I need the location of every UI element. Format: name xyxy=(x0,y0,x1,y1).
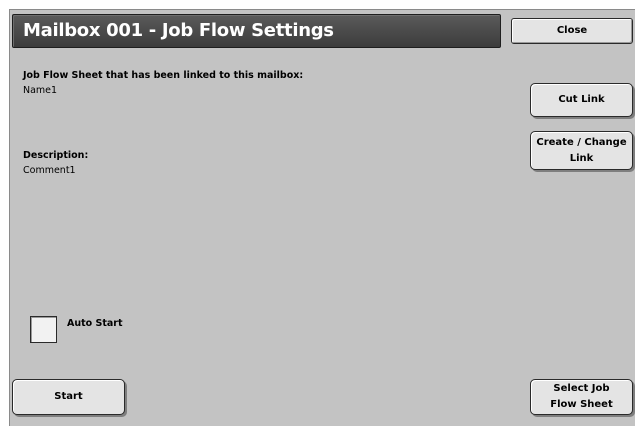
linked-sheet-heading: Job Flow Sheet that has been linked to t… xyxy=(23,70,304,81)
close-button[interactable]: Close xyxy=(511,18,633,44)
start-button[interactable]: Start xyxy=(12,379,125,415)
create-change-link-label-line1: Create / Change xyxy=(536,136,627,148)
start-button-label: Start xyxy=(54,391,83,402)
auto-start-label: Auto Start xyxy=(67,318,123,329)
description-heading: Description: xyxy=(23,150,89,161)
create-change-link-label-line2: Link xyxy=(569,152,594,164)
create-change-link-button[interactable]: Create / Change Link xyxy=(530,131,633,170)
select-flow-sheet-label-line2: Flow Sheet xyxy=(550,399,613,410)
page-title: Mailbox 001 - Job Flow Settings xyxy=(23,20,334,41)
job-flow-settings-screen: Mailbox 001 - Job Flow Settings Close Jo… xyxy=(0,0,635,426)
cut-link-button-label: Cut Link xyxy=(558,94,605,105)
auto-start-checkbox[interactable] xyxy=(30,316,57,343)
create-change-link-button-label: Create / Change Link xyxy=(536,135,626,167)
close-button-label: Close xyxy=(556,25,588,36)
title-bar: Mailbox 001 - Job Flow Settings xyxy=(12,14,501,48)
select-job-flow-sheet-button-label: Select Job Flow Sheet xyxy=(550,381,613,413)
cut-link-button[interactable]: Cut Link xyxy=(530,83,633,117)
linked-sheet-name: Name1 xyxy=(23,85,58,96)
description-text: Comment1 xyxy=(23,165,76,176)
select-job-flow-sheet-button[interactable]: Select Job Flow Sheet xyxy=(530,379,633,415)
select-flow-sheet-label-line1: Select Job xyxy=(553,383,610,394)
